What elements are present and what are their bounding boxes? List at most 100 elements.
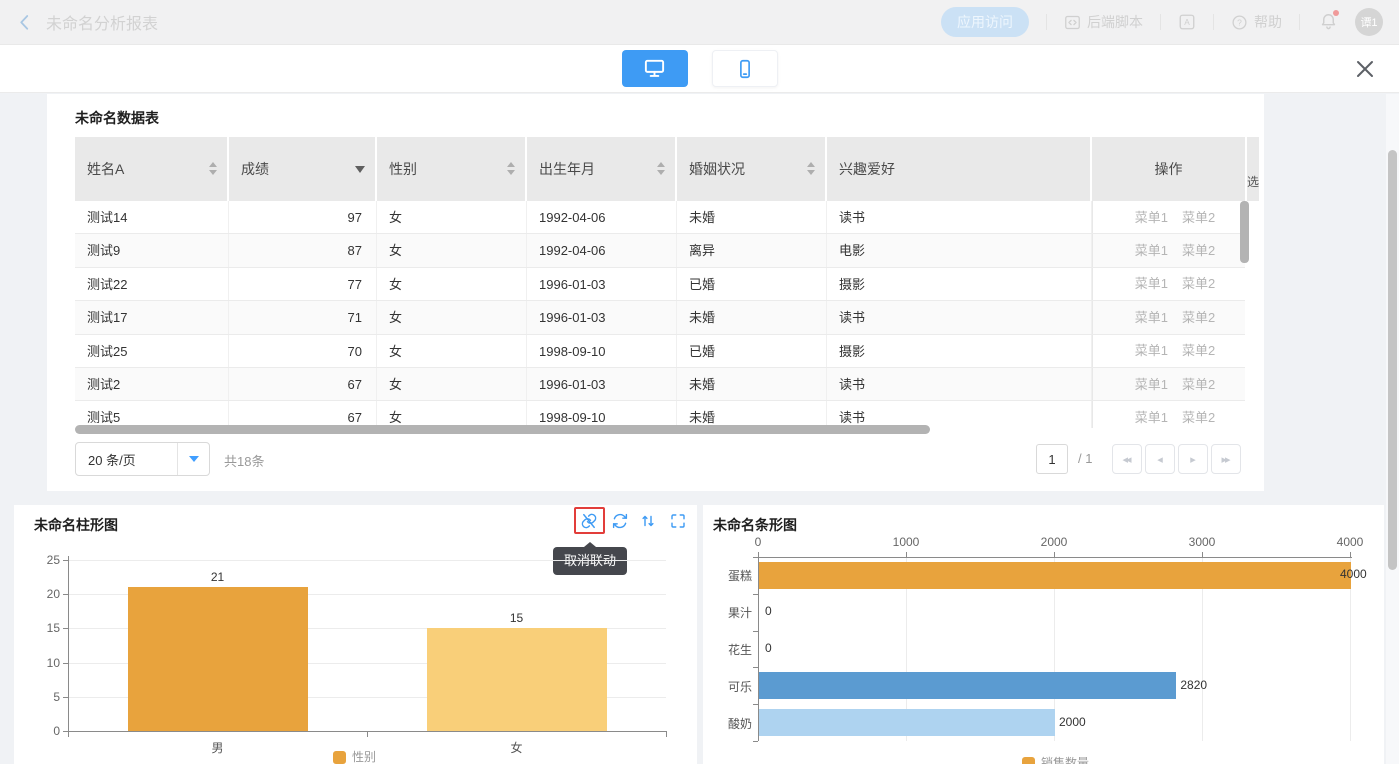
column-header-6: 操作 (1092, 137, 1245, 201)
table-row[interactable]: 测试1771女1996-01-03未婚读书菜单1菜单2 (75, 301, 1245, 334)
clipped-column-text: 选 (1247, 137, 1259, 190)
grid-line (68, 560, 666, 561)
y-axis-category-label: 酸奶 (708, 715, 752, 732)
row-menu-link[interactable]: 菜单1 (1135, 401, 1168, 428)
column-label: 婚姻状况 (689, 161, 745, 177)
page-size-select[interactable]: 20 条/页 (75, 442, 210, 476)
prev-page-button[interactable]: ◂ (1145, 444, 1175, 474)
row-menu-link[interactable]: 菜单2 (1182, 201, 1215, 233)
row-menu-link[interactable]: 菜单2 (1182, 401, 1215, 428)
dictionary-button[interactable]: A (1178, 13, 1196, 31)
row-menu-link[interactable]: 菜单2 (1182, 301, 1215, 333)
table-row[interactable]: 测试987女1992-04-06离异电影菜单1菜单2 (75, 234, 1245, 267)
mobile-view-button[interactable] (712, 50, 778, 87)
table-cell: 已婚 (677, 268, 827, 300)
column-header-3[interactable]: 出生年月 (527, 137, 675, 201)
bar-3[interactable] (759, 672, 1176, 699)
preview-content: 未命名数据表 姓名A成绩性别出生年月婚姻状况兴趣爱好操作 选 测试1497女19… (0, 94, 1399, 764)
legend-marker[interactable] (333, 751, 346, 764)
app-access-button[interactable]: 应用访问 (941, 7, 1029, 37)
help-button[interactable]: ? 帮助 (1231, 12, 1282, 32)
row-actions-cell: 菜单1 菜单2 (1092, 335, 1245, 367)
row-menu-link[interactable]: 菜单1 (1135, 268, 1168, 300)
column-header-0[interactable]: 姓名A (75, 137, 227, 201)
row-menu-link[interactable]: 菜单2 (1182, 335, 1215, 367)
desktop-view-button[interactable] (622, 50, 688, 87)
table-row[interactable]: 测试2277女1996-01-03已婚摄影菜单1菜单2 (75, 268, 1245, 301)
row-menu-link[interactable]: 菜单2 (1182, 268, 1215, 300)
table-cell: 电影 (827, 234, 1092, 266)
column-chart-plot: 051015202521男15女性别 (14, 505, 697, 764)
x-axis-tick-label: 0 (728, 535, 788, 549)
page-number-input[interactable] (1036, 444, 1068, 474)
table-cell: 读书 (827, 401, 1092, 428)
column-header-2[interactable]: 性别 (377, 137, 525, 201)
x-axis-tick-label: 2000 (1024, 535, 1084, 549)
row-menu-link[interactable]: 菜单1 (1135, 201, 1168, 233)
y-axis-tick-label: 20 (24, 586, 60, 602)
table-row[interactable]: 测试567女1998-09-10未婚读书菜单1菜单2 (75, 401, 1245, 428)
legend-label[interactable]: 性别 (352, 751, 376, 764)
horizontal-scrollbar[interactable] (75, 425, 930, 434)
first-page-button[interactable]: ◂◂ (1112, 444, 1142, 474)
row-actions-cell: 菜单1 菜单2 (1092, 268, 1245, 300)
row-menu-link[interactable]: 菜单1 (1135, 335, 1168, 367)
next-page-button[interactable]: ▸ (1178, 444, 1208, 474)
report-title: 未命名分析报表 (46, 10, 158, 34)
table-row[interactable]: 测试1497女1992-04-06未婚读书菜单1菜单2 (75, 201, 1245, 234)
table-row[interactable]: 测试267女1996-01-03未婚读书菜单1菜单2 (75, 368, 1245, 401)
table-vertical-scrollbar[interactable] (1240, 201, 1249, 263)
page-scrollbar-thumb[interactable] (1388, 150, 1397, 570)
legend-label[interactable]: 销售数量 (1041, 757, 1089, 764)
table-cell: 1996-01-03 (527, 368, 677, 400)
table-cell: 测试25 (75, 335, 229, 367)
notifications-button[interactable] (1319, 11, 1339, 33)
y-axis-tick-label: 5 (24, 689, 60, 705)
table-cell: 未婚 (677, 401, 827, 428)
x-axis-category-label: 女 (477, 739, 557, 756)
column-chart-card: 未命名柱形图 取消联动 051015202521男15女性别 (14, 505, 697, 764)
table-cell: 女 (377, 335, 527, 367)
row-menu-link[interactable]: 菜单1 (1135, 301, 1168, 333)
column-header-4[interactable]: 婚姻状况 (677, 137, 825, 201)
table-cell: 离异 (677, 234, 827, 266)
column-label: 成绩 (241, 161, 269, 177)
table-cell: 测试5 (75, 401, 229, 428)
table-cell: 1996-01-03 (527, 301, 677, 333)
last-page-button[interactable]: ▸▸ (1211, 444, 1241, 474)
translate-icon: A (1178, 13, 1196, 31)
backend-script-button[interactable]: 后端脚本 (1064, 12, 1143, 32)
bar-value-label: 0 (765, 641, 772, 655)
back-button[interactable] (16, 11, 34, 33)
report-preview-page: 未命名分析报表 应用访问 后端脚本 A ? 帮助 谭1 (0, 0, 1399, 764)
row-menu-link[interactable]: 菜单1 (1135, 368, 1168, 400)
row-menu-link[interactable]: 菜单1 (1135, 234, 1168, 266)
table-row[interactable]: 测试2570女1998-09-10已婚摄影菜单1菜单2 (75, 335, 1245, 368)
monitor-icon (643, 57, 666, 80)
table-cell: 71 (229, 301, 377, 333)
table-cell: 未婚 (677, 368, 827, 400)
y-axis-tick-label: 0 (24, 723, 60, 739)
bar-0[interactable] (759, 562, 1351, 589)
column-label: 操作 (1155, 161, 1183, 177)
x-axis-tick (68, 731, 69, 737)
y-axis-tick (753, 557, 758, 558)
bar-4[interactable] (759, 709, 1055, 736)
row-menu-link[interactable]: 菜单2 (1182, 234, 1215, 266)
legend-marker[interactable] (1022, 757, 1035, 764)
total-pages-label: / 1 (1078, 451, 1092, 466)
sort-carets-icon (507, 162, 515, 175)
avatar[interactable]: 谭1 (1355, 8, 1383, 36)
bar-1[interactable] (427, 628, 607, 731)
bar-value-label: 21 (178, 570, 258, 584)
close-preview-button[interactable] (1353, 57, 1377, 81)
sort-carets-icon (657, 162, 665, 175)
column-header-1[interactable]: 成绩 (229, 137, 375, 201)
table-cell: 女 (377, 234, 527, 266)
column-label: 出生年月 (539, 161, 595, 177)
column-label: 姓名A (87, 161, 124, 177)
bar-0[interactable] (128, 587, 308, 731)
row-menu-link[interactable]: 菜单2 (1182, 368, 1215, 400)
bar-value-label: 2820 (1180, 678, 1207, 692)
sort-desc-caret-icon (355, 166, 365, 173)
